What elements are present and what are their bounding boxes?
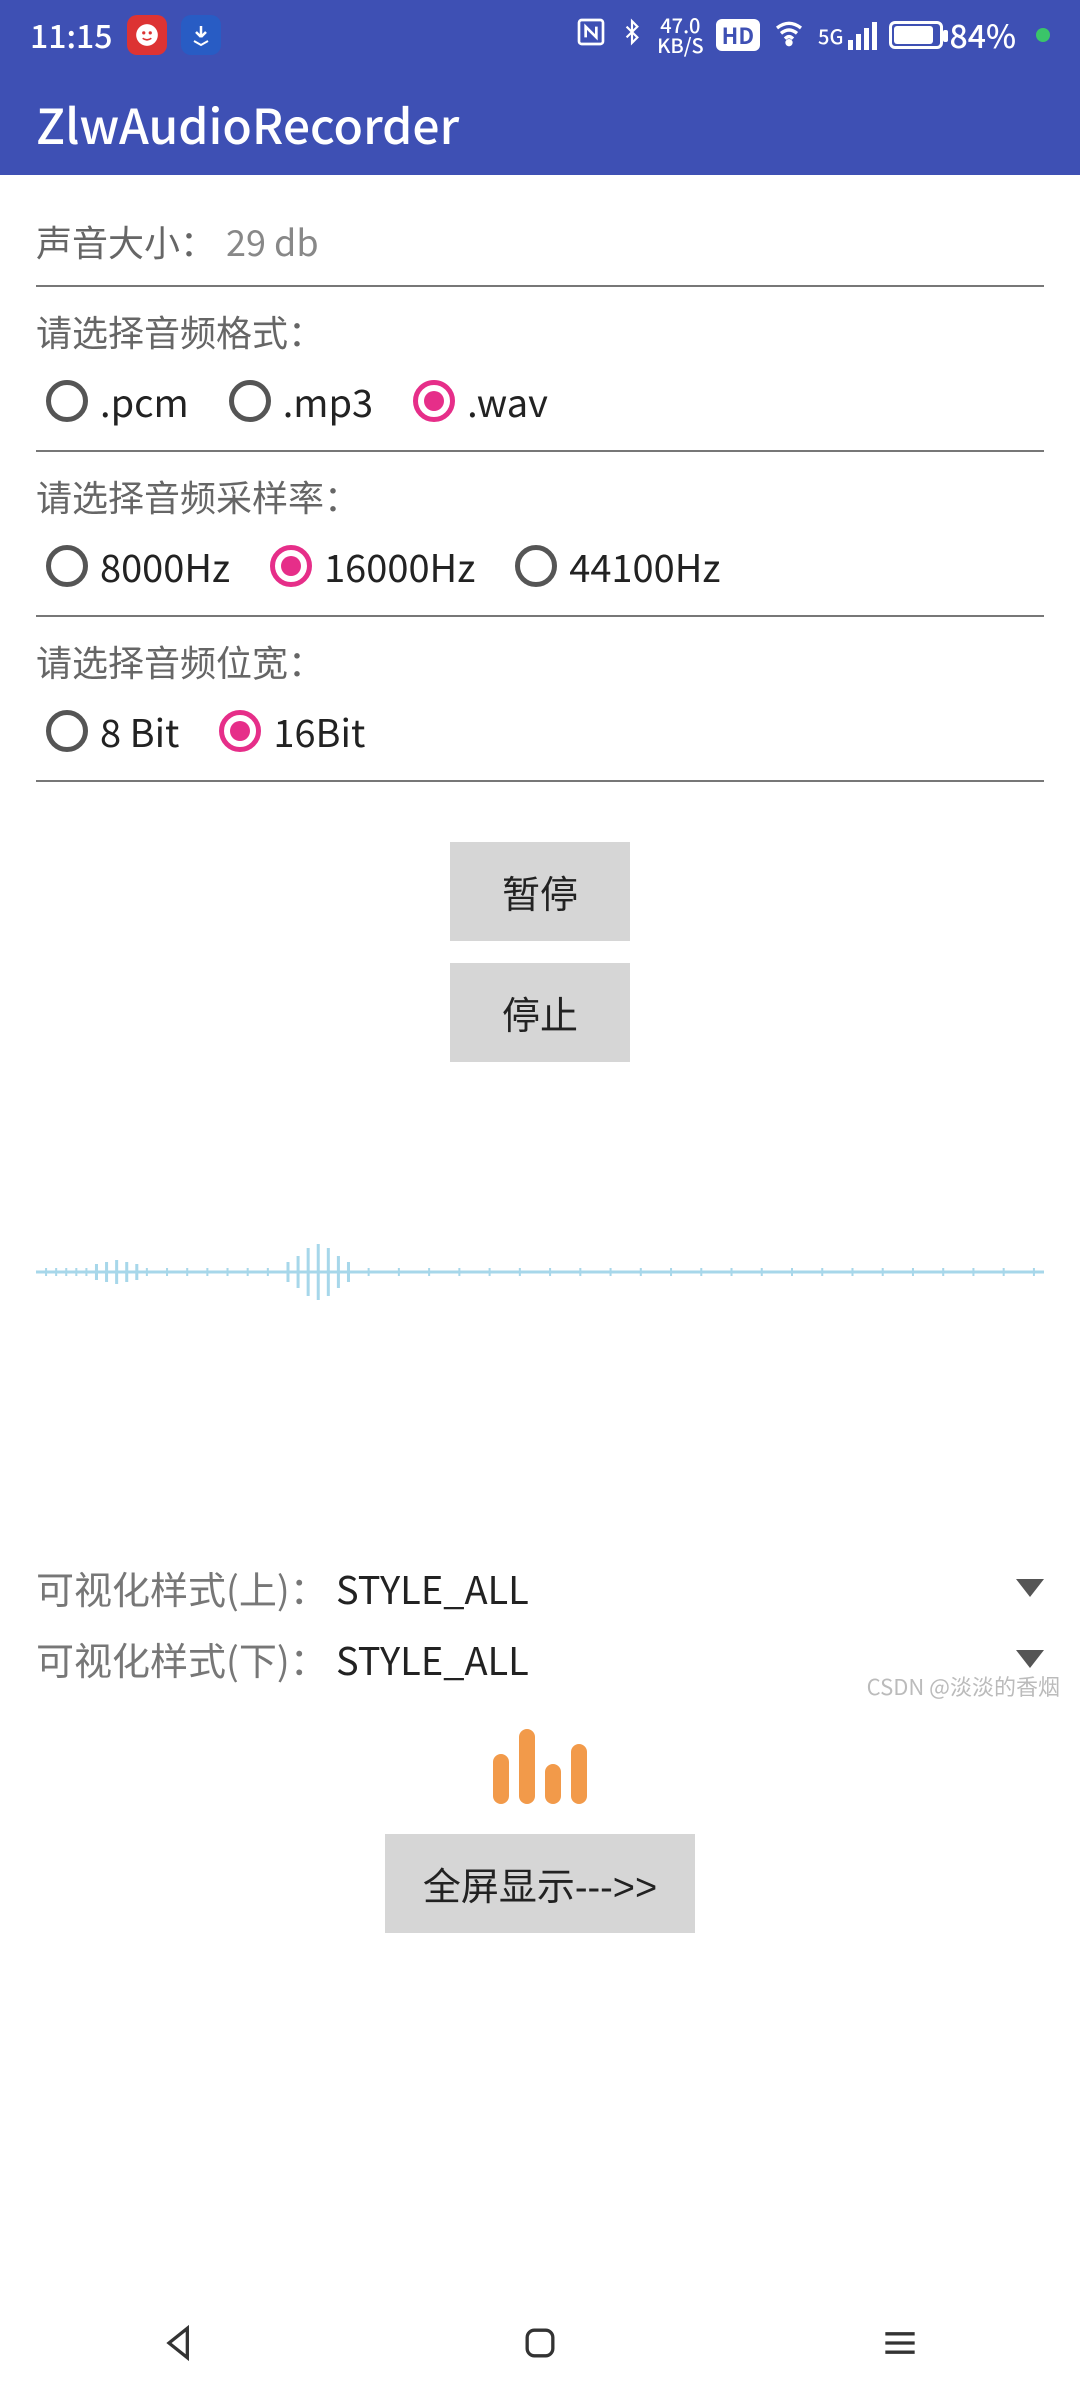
sample-rate-options: 8000Hz 16000Hz 44100Hz [36,530,1044,615]
nav-bar [0,2290,1080,2400]
nav-back-icon[interactable] [158,2321,202,2370]
waveform-icon [36,1242,1044,1302]
nav-home-icon[interactable] [518,2321,562,2370]
radio-icon [219,710,261,752]
radio-pcm[interactable]: .pcm [46,373,189,428]
volume-row: 声音大小： 29 db [36,205,1044,285]
control-buttons: 暂停 停止 [36,842,1044,1062]
equalizer-icon [36,1724,1044,1804]
style-top-row[interactable]: 可视化样式(上)： STYLE_ALL [36,1552,1044,1623]
volume-value: 29 db [226,215,319,267]
style-top-value: STYLE_ALL [336,1560,1016,1615]
radio-icon [46,545,88,587]
pause-button[interactable]: 暂停 [450,842,630,941]
volume-label: 声音大小： [36,215,216,267]
watermark: CSDN @淡淡的香烟 [867,1670,1060,1702]
app-title: ZlwAudioRecorder [36,88,459,158]
download-badge-icon [181,15,221,55]
radio-wav[interactable]: .wav [413,373,548,428]
format-options: .pcm .mp3 .wav [36,365,1044,450]
radio-icon [515,545,557,587]
app-bar: ZlwAudioRecorder [0,70,1080,175]
app-badge-icon [127,15,167,55]
status-right: 47.0 KB/S HD 5G 84% [575,12,1050,58]
sample-rate-label: 请选择音频采样率： [36,452,1044,530]
radio-44100hz[interactable]: 44100Hz [515,538,720,593]
radio-icon [46,710,88,752]
divider [36,780,1044,782]
signal-icon: 5G [818,21,877,50]
radio-8000hz[interactable]: 8000Hz [46,538,230,593]
waveform-top [36,1132,1044,1412]
radio-icon [229,380,271,422]
bit-width-label: 请选择音频位宽： [36,617,1044,695]
status-bar: 11:15 47.0 KB/S HD 5G 84% [0,0,1080,70]
radio-icon [46,380,88,422]
format-label: 请选择音频格式： [36,287,1044,365]
radio-16bit[interactable]: 16Bit [219,703,365,758]
radio-icon [413,380,455,422]
radio-mp3[interactable]: .mp3 [229,373,373,428]
recording-indicator-icon [1036,28,1050,42]
wifi-icon [772,12,806,58]
nav-recents-icon[interactable] [878,2321,922,2370]
bit-width-options: 8 Bit 16Bit [36,695,1044,780]
radio-8bit[interactable]: 8 Bit [46,703,179,758]
bluetooth-icon [619,12,645,58]
style-bottom-label: 可视化样式(下)： [36,1631,336,1686]
nfc-icon [575,12,607,58]
hd-badge: HD [716,19,760,51]
chevron-down-icon [1016,1579,1044,1597]
radio-icon [270,545,312,587]
fullscreen-button[interactable]: 全屏显示--->> [385,1834,695,1933]
stop-button[interactable]: 停止 [450,963,630,1062]
net-speed: 47.0 KB/S [657,15,704,55]
radio-16000hz[interactable]: 16000Hz [270,538,475,593]
battery-icon: 84% [889,12,1016,58]
style-top-label: 可视化样式(上)： [36,1560,336,1615]
status-time: 11:15 [30,12,113,58]
status-left: 11:15 [30,12,221,58]
chevron-down-icon [1016,1650,1044,1668]
